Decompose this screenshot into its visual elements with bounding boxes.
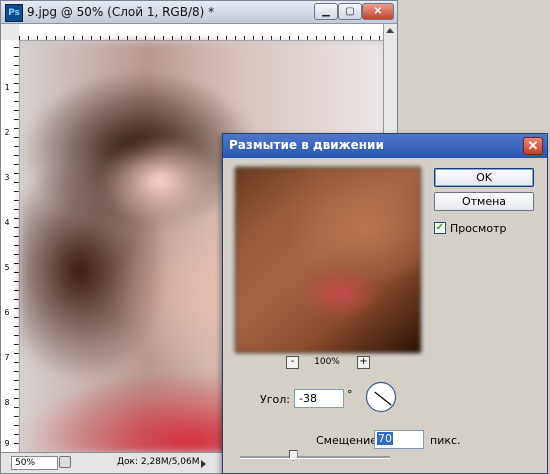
- cancel-button[interactable]: Отмена: [434, 192, 534, 211]
- ruler-label: 3: [4, 173, 10, 182]
- dialog-titlebar[interactable]: Размытие в движении ✕: [223, 134, 547, 158]
- ok-button[interactable]: OK: [434, 168, 534, 187]
- ruler-corner: [1, 24, 20, 41]
- status-options-icon[interactable]: [59, 456, 71, 468]
- close-icon[interactable]: ✕: [362, 3, 394, 20]
- ruler-label: 5: [4, 263, 10, 272]
- zoom-field[interactable]: 50%: [11, 456, 58, 470]
- ruler-label: 8: [4, 398, 10, 407]
- preview-checkbox-label: Просмотр: [450, 222, 507, 235]
- ruler-label: 1: [4, 83, 10, 92]
- ruler-label: 4: [4, 218, 10, 227]
- motion-blur-dialog: Размытие в движении ✕ - 100% + OK Отмена…: [222, 133, 548, 474]
- zoom-out-button[interactable]: -: [286, 356, 299, 369]
- ruler-label: 6: [4, 308, 10, 317]
- angle-label: Угол:: [260, 393, 290, 406]
- filter-preview[interactable]: [235, 167, 421, 353]
- distance-input[interactable]: 70: [374, 430, 424, 449]
- distance-value: 70: [377, 432, 393, 445]
- ruler-label: 7: [4, 353, 10, 362]
- dialog-title: Размытие в движении: [229, 138, 384, 152]
- status-menu-arrow-icon[interactable]: [201, 460, 206, 468]
- preview-checkbox[interactable]: ✓: [434, 222, 446, 234]
- distance-slider-track[interactable]: [240, 456, 390, 459]
- photoshop-icon: Ps: [5, 4, 23, 22]
- angle-dial[interactable]: [365, 381, 397, 413]
- checkmark-icon: ✓: [435, 222, 445, 233]
- minimize-icon[interactable]: ▁: [314, 3, 338, 20]
- preview-zoom-level: 100%: [314, 357, 340, 367]
- ruler-top: [19, 24, 385, 41]
- ruler-left: 1 2 3 4 5 6 7 8 9: [1, 40, 20, 453]
- zoom-in-button[interactable]: +: [357, 356, 370, 369]
- maximize-icon[interactable]: ▢: [338, 3, 362, 20]
- close-icon[interactable]: ✕: [523, 137, 543, 155]
- ruler-label: 2: [4, 128, 10, 137]
- document-title: 9.jpg @ 50% (Слой 1, RGB/8) *: [27, 5, 215, 19]
- ruler-label: 9: [4, 439, 10, 448]
- distance-label: Смещение:: [316, 434, 381, 447]
- distance-unit: пикс.: [430, 434, 461, 447]
- scroll-up-icon[interactable]: [386, 28, 394, 33]
- angle-unit: °: [347, 388, 353, 401]
- angle-input[interactable]: [294, 389, 344, 408]
- document-size-info: Док: 2,28M/5,06M: [117, 457, 200, 467]
- document-titlebar[interactable]: Ps 9.jpg @ 50% (Слой 1, RGB/8) * ▁ ▢ ✕: [1, 1, 397, 24]
- distance-slider-thumb[interactable]: [288, 450, 298, 461]
